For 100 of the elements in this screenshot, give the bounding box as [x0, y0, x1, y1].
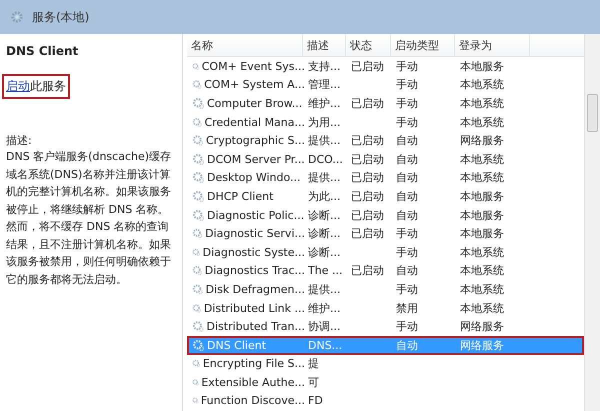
- service-row[interactable]: Computer Brow... 维护... 已启动 手动 本地系统: [187, 94, 584, 113]
- column-header[interactable]: 启动类型: [391, 34, 455, 56]
- table-cell: 本地系统: [460, 263, 504, 278]
- service-row[interactable]: COM+ Event Sys... 支持... 已启动 手动 本地服务: [187, 57, 584, 76]
- table-cell: 本地系统: [460, 114, 504, 130]
- table-cell: 提供...: [308, 170, 340, 186]
- table-cell: 维护...: [308, 300, 340, 316]
- table-cell: Diagnostic Servi...: [205, 227, 305, 240]
- table-cell: 本地系统: [460, 152, 504, 167]
- service-row[interactable]: Cryptographic S... 提供... 已启动 自动 网络服务: [187, 131, 584, 150]
- service-row[interactable]: Diagnostic Servi... 诊断... 已启动 手动 本地服务: [187, 224, 584, 243]
- table-cell: Encrypting File S...: [202, 357, 305, 370]
- table-cell: 已启动: [351, 58, 384, 74]
- table-cell: 本地服务: [460, 188, 504, 204]
- service-row[interactable]: Distributed Link ... 维护... 禁用 本地系统: [187, 298, 584, 318]
- table-cell: 已启动: [351, 133, 384, 148]
- service-row[interactable]: Desktop Windo... 提供... 已启动 自动 本地系统: [187, 168, 584, 188]
- table-cell: 手动: [396, 244, 418, 260]
- scroll-thumb[interactable]: [587, 94, 598, 132]
- column-header[interactable]: 状态: [346, 34, 391, 56]
- table-cell: 手动: [396, 282, 418, 297]
- table-cell: 提: [308, 356, 319, 372]
- service-row[interactable]: Distributed Tran... 协调... 手动 网络服务: [187, 317, 584, 336]
- window-title: 服务(本地): [32, 8, 90, 26]
- gear-icon: [192, 264, 203, 278]
- scrollbar[interactable]: [584, 34, 600, 411]
- table-cell: 本地服务: [460, 58, 504, 74]
- table-cell: 本地服务: [460, 226, 504, 242]
- table-cell: DCO...: [308, 152, 343, 166]
- table-cell: DNS Client: [207, 338, 266, 352]
- service-row[interactable]: Diagnostic Polic... 诊断... 已启动 自动 本地服务: [187, 206, 584, 224]
- gear-icon: [192, 171, 205, 184]
- table-cell: FD: [308, 394, 323, 408]
- table-cell: The ...: [308, 264, 342, 278]
- table-cell: 已启动: [351, 226, 384, 242]
- start-link[interactable]: 启动: [6, 79, 30, 93]
- table-cell: 管理...: [308, 77, 340, 92]
- service-row[interactable]: Diagnostic Syste... 诊断... 手动 本地系统: [187, 242, 584, 262]
- service-name: DNS Client: [6, 44, 80, 58]
- gear-icon: [192, 227, 204, 240]
- table-cell: 自动: [396, 338, 418, 353]
- table-cell: Desktop Windo...: [207, 171, 301, 184]
- service-row[interactable]: Encrypting File S... 提: [187, 354, 584, 374]
- table-cell: DCOM Server Pr...: [207, 152, 305, 166]
- table-cell: 本地系统: [460, 244, 504, 260]
- service-row[interactable]: Disk Defragmen... 提供... 手动 本地系统: [187, 280, 584, 299]
- table-cell: 自动: [396, 188, 418, 204]
- table-cell: 协调...: [308, 319, 340, 334]
- service-row[interactable]: DCOM Server Pr... DCO... 已启动 自动 本地系统: [187, 150, 584, 169]
- table-cell: 为用...: [308, 114, 340, 130]
- table-cell: 手动: [396, 319, 418, 334]
- table-cell: 禁用: [396, 300, 418, 316]
- gear-icon: [192, 302, 202, 315]
- gear-icon: [192, 208, 205, 222]
- table-cell: Distributed Tran...: [206, 320, 305, 334]
- column-header[interactable]: 登录为: [455, 34, 530, 56]
- table-cell: Distributed Link ...: [204, 302, 305, 315]
- table-cell: 本地系统: [460, 96, 504, 111]
- table-cell: 本地系统: [460, 282, 504, 297]
- service-row[interactable]: Credential Mana... 为用... 手动 本地系统: [187, 112, 584, 132]
- table-cell: 提供...: [308, 133, 340, 148]
- table-cell: 为此...: [308, 188, 340, 204]
- table-cell: 本地系统: [460, 170, 504, 186]
- table-cell: 自动: [396, 208, 418, 223]
- column-header[interactable]: 名称: [187, 34, 303, 56]
- service-row[interactable]: Extensible Authe... 可: [187, 373, 584, 392]
- gear-icon: [192, 320, 204, 334]
- table-cell: Diagnostic Polic...: [207, 208, 304, 222]
- table-cell: 诊断...: [308, 226, 340, 242]
- table-cell: 已启动: [351, 263, 384, 278]
- table-cell: 本地系统: [460, 300, 504, 316]
- table-cell: 提供...: [308, 282, 340, 297]
- gear-icon: [192, 116, 202, 129]
- table-cell: 可: [308, 374, 319, 390]
- table-cell: 网络服务: [460, 338, 504, 353]
- table-cell: 支持...: [308, 58, 340, 74]
- table-cell: 已启动: [351, 152, 384, 167]
- table-cell: Diagnostics Trac...: [204, 264, 305, 278]
- table-cell: 本地服务: [460, 208, 504, 223]
- table-cell: Credential Mana...: [204, 116, 305, 129]
- service-row[interactable]: Diagnostics Trac... The ... 已启动 自动 本地系统: [187, 262, 584, 280]
- gear-icon: [192, 282, 204, 296]
- gear-icon: [192, 152, 205, 166]
- column-header[interactable]: 描述: [303, 34, 346, 56]
- table-cell: Function Discove...: [200, 394, 305, 408]
- table-cell: COM+ System A...: [204, 78, 305, 92]
- service-row[interactable]: COM+ System A... 管理... 手动 本地系统: [187, 76, 584, 94]
- gear-icon: [192, 134, 204, 148]
- table-cell: 诊断...: [308, 244, 340, 260]
- table-cell: 网络服务: [460, 133, 504, 148]
- table-cell: 手动: [396, 114, 418, 130]
- service-row[interactable]: Function Discove... FD: [187, 392, 584, 410]
- table-cell: 手动: [396, 58, 418, 74]
- gear-icon: [192, 96, 205, 110]
- table-cell: 网络服务: [460, 319, 504, 334]
- gear-icon: [10, 10, 24, 24]
- description-text: DNS 客户端服务(dnscache)缓存域名系统(DNS)名称并注册该计算机的完整计算机名称。如果该服务被停止，将继续解析 DNS 名称。然而，将不缓存 DNS 名称的查询结果，且不注册计算机名称。如果该服务被禁用，则任何明确依赖于它的服务都将无法启动。: [6, 149, 172, 288]
- service-row[interactable]: DHCP Client 为此... 已启动 自动 本地服务: [187, 187, 584, 206]
- table-cell: Cryptographic S...: [206, 134, 305, 148]
- table-cell: COM+ Event Sys...: [202, 60, 305, 73]
